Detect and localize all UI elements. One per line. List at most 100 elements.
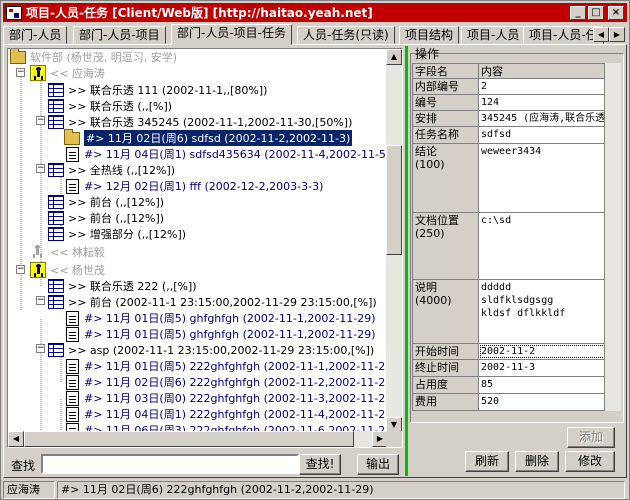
tree-node-label: << 杨世茂 [50,264,105,277]
property-value[interactable]: c:\sd [479,213,604,279]
app-window: 项目-人员-任务 [Client/Web版] [http://haitao.ye… [0,0,630,500]
scroll-up-icon[interactable]: ▲ [386,49,402,65]
property-row[interactable]: 内部编号 2 [413,79,604,95]
collapse-toggle-icon[interactable]: − [16,265,25,274]
property-key: 安排 [413,111,479,126]
document-icon [66,374,79,390]
scroll-thumb[interactable] [24,431,354,447]
tree-node-project[interactable]: >> asp (2002-11-1 23:15:00,2002-11-29 23… [48,342,374,358]
property-row[interactable]: 安排 345245 (应海涛,联合乐透 [413,111,604,127]
property-row[interactable]: 说明 (4000) ddddd sldfklsdgsgg kldsf dflkk… [413,280,604,344]
tree-node-label: #> 11月 02日(周6) sdfsd (2002-11-2,2002-11-… [84,130,353,146]
collapse-toggle-icon[interactable]: − [16,68,25,77]
tree-node-task[interactable]: #> 11月 03日(周0) 222ghfghfgh (2002-11-3,20… [66,390,388,406]
scroll-left-icon[interactable]: ◀ [8,431,24,447]
tree-node-label: #> 11月 04日(周1) 222ghfghfgh (2002-11-4,20… [84,408,388,421]
tree-node-project[interactable]: >> 增强部分 (,,[12%]) [48,226,186,242]
person-icon [30,65,46,81]
document-icon [66,178,79,194]
tree-node-label: >> 联合乐透 345245 (2002-11-1,2002-11-30,[50… [68,116,353,129]
scroll-thumb[interactable] [386,145,402,255]
property-row[interactable]: 占用度 85 [413,377,604,394]
search-label: 查找 [11,459,36,473]
tree-node-task[interactable]: #> 11月 04日(周1) sdfsd435634 (2002-11-4,20… [66,146,388,162]
tree-node-task[interactable]: #> 12月 02日(周1) fff (2002-12-2,2003-3-3) [66,178,323,194]
property-value[interactable]: 520 [479,394,604,410]
document-icon [66,326,79,342]
property-value[interactable]: 2002-11-3 [479,360,604,376]
property-row[interactable]: 费用 520 [413,394,604,410]
tree-node-task[interactable]: #> 11月 01日(周5) ghfghfgh (2002-11-1,2002-… [66,326,376,342]
property-row[interactable]: 编号 124 [413,95,604,111]
property-value[interactable]: ddddd sldfklsdgsgg kldsf dflkkldf [479,280,604,343]
property-value[interactable]: 2002-11-2 [479,344,604,359]
property-grid-scrollbar[interactable] [605,63,621,411]
tree-node-project[interactable]: >> 联合乐透 111 (2002-11-1,,[80%]) [48,82,267,98]
tree-node-person[interactable]: << 应海涛 [30,65,105,81]
tree-horizontal-scrollbar[interactable]: ◀ ▶ [8,431,388,447]
tree-node-person[interactable]: << 杨世茂 [30,262,105,278]
delete-button[interactable]: 删除 [515,451,559,472]
tab-dept-people-project-task[interactable]: 部门-人员-项目-任务 [171,24,292,45]
property-value[interactable]: 345245 (应海涛,联合乐透 [479,111,604,126]
property-key: 结论 (100) [413,144,479,212]
property-row[interactable]: 文档位置 (250) c:\sd [413,213,604,280]
property-value[interactable]: 85 [479,377,604,393]
tree-node-project[interactable]: >> 前台 (,,[12%]) [48,194,164,210]
tree-node-dept[interactable]: 软件部 (杨世茂, 明逗习, 安学) [10,49,177,65]
tab-scroll-left-icon[interactable]: ◀ [593,27,609,42]
property-value[interactable]: sdfsd [479,127,604,143]
collapse-toggle-icon[interactable]: − [36,164,45,173]
tree-node-task[interactable]: #> 11月 04日(周1) 222ghfghfgh (2002-11-4,20… [66,406,388,422]
tree-node-label: >> 增强部分 (,,[12%]) [68,228,187,241]
title-bar[interactable]: 项目-人员-任务 [Client/Web版] [http://haitao.ye… [3,3,627,22]
tab-project-structure[interactable]: 项目结构 [399,26,460,44]
tree-node-task-selected[interactable]: #> 11月 02日(周6) sdfsd (2002-11-2,2002-11-… [64,128,353,146]
minimize-button[interactable]: _ [570,5,586,20]
tree-node-project[interactable]: >> 联合乐透 345245 (2002-11-1,2002-11-30,[50… [48,114,352,130]
tab-project-people[interactable]: 项目-人员 [461,26,526,44]
property-value[interactable]: 124 [479,95,604,110]
tree-node-project[interactable]: >> 前台 (2002-11-1 23:15:00,2002-11-29 23:… [48,294,377,310]
tree-node-label: #> 11月 04日(周1) sdfsd435634 (2002-11-4,20… [84,148,388,161]
tree-node-task[interactable]: #> 11月 01日(周5) 222ghfghfgh (2002-11-1,20… [66,358,388,374]
tree-node-person[interactable]: << 林耘毅 [30,244,105,260]
property-value[interactable]: 2 [479,79,604,94]
tree-node-project[interactable]: >> 全热线 (,,[12%]) [48,162,175,178]
tab-dept-people[interactable]: 部门-人员 [3,26,68,44]
tab-scroll-right-icon[interactable]: ▶ [609,27,625,42]
property-grid[interactable]: 字段名 内容 内部编号 2 编号 124 安排 345245 (应海涛,联合乐透… [412,63,605,411]
maximize-button[interactable]: □ [588,5,604,20]
panel-splitter[interactable] [405,46,408,476]
export-button[interactable]: 输出 [357,454,399,475]
tree-node-project[interactable]: >> 前台 (,,[12%]) [48,210,164,226]
tree-node-project[interactable]: >> 联合乐透 222 (,,[%]) [48,278,197,294]
collapse-toggle-icon[interactable]: − [36,296,45,305]
close-button[interactable]: × [608,5,624,20]
project-grid-icon [48,343,64,357]
property-grid-header: 字段名 内容 [413,64,604,79]
refresh-button[interactable]: 刷新 [465,451,509,472]
tab-people-task-readonly[interactable]: 人员-任务(只读) [297,26,395,44]
property-row[interactable]: 开始时间 2002-11-2 [413,344,604,360]
project-grid-icon [48,227,64,241]
collapse-toggle-icon[interactable]: − [36,116,45,125]
task-tree[interactable]: 软件部 (杨世茂, 明逗习, 安学) − << 应海涛 >> 联合乐透 111 … [7,48,403,448]
tree-node-task[interactable]: #> 11月 02日(周6) 222ghfghfgh (2002-11-2,20… [66,374,388,390]
add-button[interactable]: 添加 [567,427,615,448]
tree-node-task[interactable]: #> 11月 01日(周5) ghfghfgh (2002-11-1,2002-… [66,310,376,326]
tab-project-people-task[interactable]: 项目-人员-任 [523,26,604,44]
tree-node-project[interactable]: >> 联合乐透 (,,[%]) [48,98,172,114]
property-row[interactable]: 任务名称 sdfsd [413,127,604,144]
property-row[interactable]: 终止时间 2002-11-3 [413,360,604,377]
tree-vertical-scrollbar[interactable]: ▲ ▼ [386,49,402,433]
property-row[interactable]: 结论 (100) weweer3434 [413,144,604,213]
tab-dept-people-project[interactable]: 部门-人员-项目 [73,26,166,44]
project-grid-icon [48,115,64,129]
modify-button[interactable]: 修改 [565,451,615,472]
collapse-toggle-icon[interactable]: − [36,344,45,353]
property-value[interactable]: weweer3434 [479,144,604,212]
property-key: 终止时间 [413,360,479,376]
find-button[interactable]: 查找! [299,454,341,475]
search-input[interactable] [41,454,299,474]
